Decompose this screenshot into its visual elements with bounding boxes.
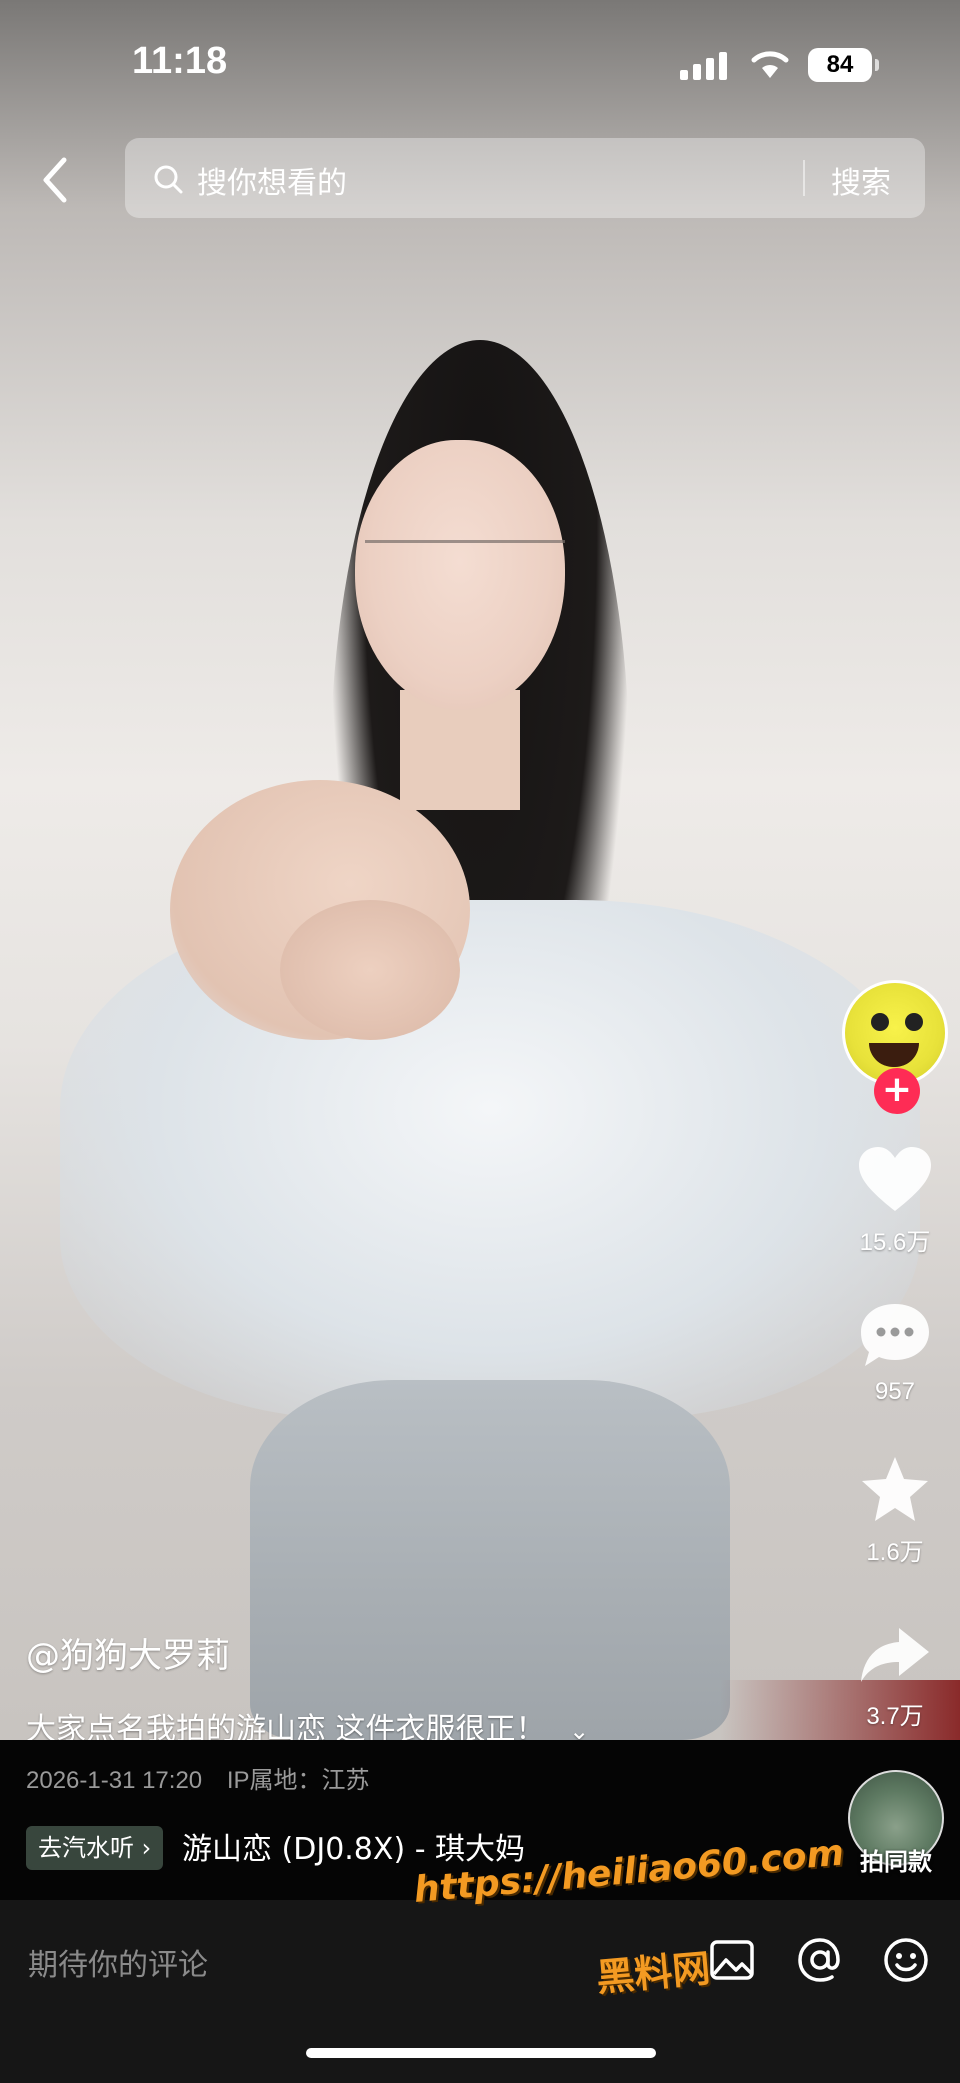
follow-button[interactable]: + [874, 1068, 920, 1114]
post-date: 2026-1-31 17:20 [26, 1767, 203, 1794]
search-input[interactable]: 搜你想看的 [197, 158, 347, 202]
image-icon[interactable] [706, 1934, 758, 1986]
ip-location: IP属地：江苏 [226, 1767, 370, 1794]
search-button[interactable]: 搜索 [831, 158, 891, 202]
favorite-button[interactable]: 1.6万 [840, 1450, 950, 1567]
watermark-site-name: 黑料网 [594, 1946, 713, 2000]
comment-button[interactable]: 957 [840, 1296, 950, 1406]
status-time: 11:18 [132, 40, 228, 82]
wifi-icon [751, 51, 789, 78]
video-subject-glasses [365, 540, 565, 590]
post-meta: 2026-1-31 17:20 IP属地：江苏 [26, 1760, 370, 1795]
video-subject-hand [280, 900, 460, 1040]
home-indicator [306, 2048, 656, 2058]
heart-icon [859, 1147, 931, 1211]
author-name[interactable]: @狗狗大罗莉 [26, 1628, 230, 1677]
star-icon [862, 1457, 928, 1521]
status-bar: 11:18 84 [0, 0, 960, 130]
battery-indicator: 84 [808, 48, 879, 82]
back-icon[interactable] [30, 150, 80, 210]
video-frame[interactable] [0, 0, 960, 1740]
search-icon [154, 165, 183, 194]
cellular-signal-icon [680, 52, 727, 80]
share-icon [861, 1628, 929, 1682]
video-subject-skirt [250, 1380, 730, 1740]
emoji-icon[interactable] [880, 1934, 932, 1986]
share-button[interactable]: 3.7万 [840, 1614, 950, 1731]
same-style-button[interactable]: 拍同款 [846, 1770, 946, 1877]
comment-icon [861, 1304, 929, 1366]
comment-count: 957 [874, 1378, 916, 1405]
same-style-label: 拍同款 [860, 1848, 932, 1876]
at-icon[interactable] [794, 1934, 846, 1986]
video-subject-top [60, 900, 920, 1420]
search-divider [803, 160, 805, 196]
like-count: 15.6万 [859, 1229, 931, 1256]
share-count: 3.7万 [866, 1703, 924, 1730]
search-bar[interactable]: 搜你想看的 搜索 [125, 138, 925, 218]
like-button[interactable]: 15.6万 [840, 1140, 950, 1257]
listen-on-qishui-button[interactable]: 去汽水听 › [26, 1826, 164, 1870]
comment-input[interactable]: 期待你的评论 [28, 1940, 208, 1984]
favorite-count: 1.6万 [866, 1539, 924, 1566]
